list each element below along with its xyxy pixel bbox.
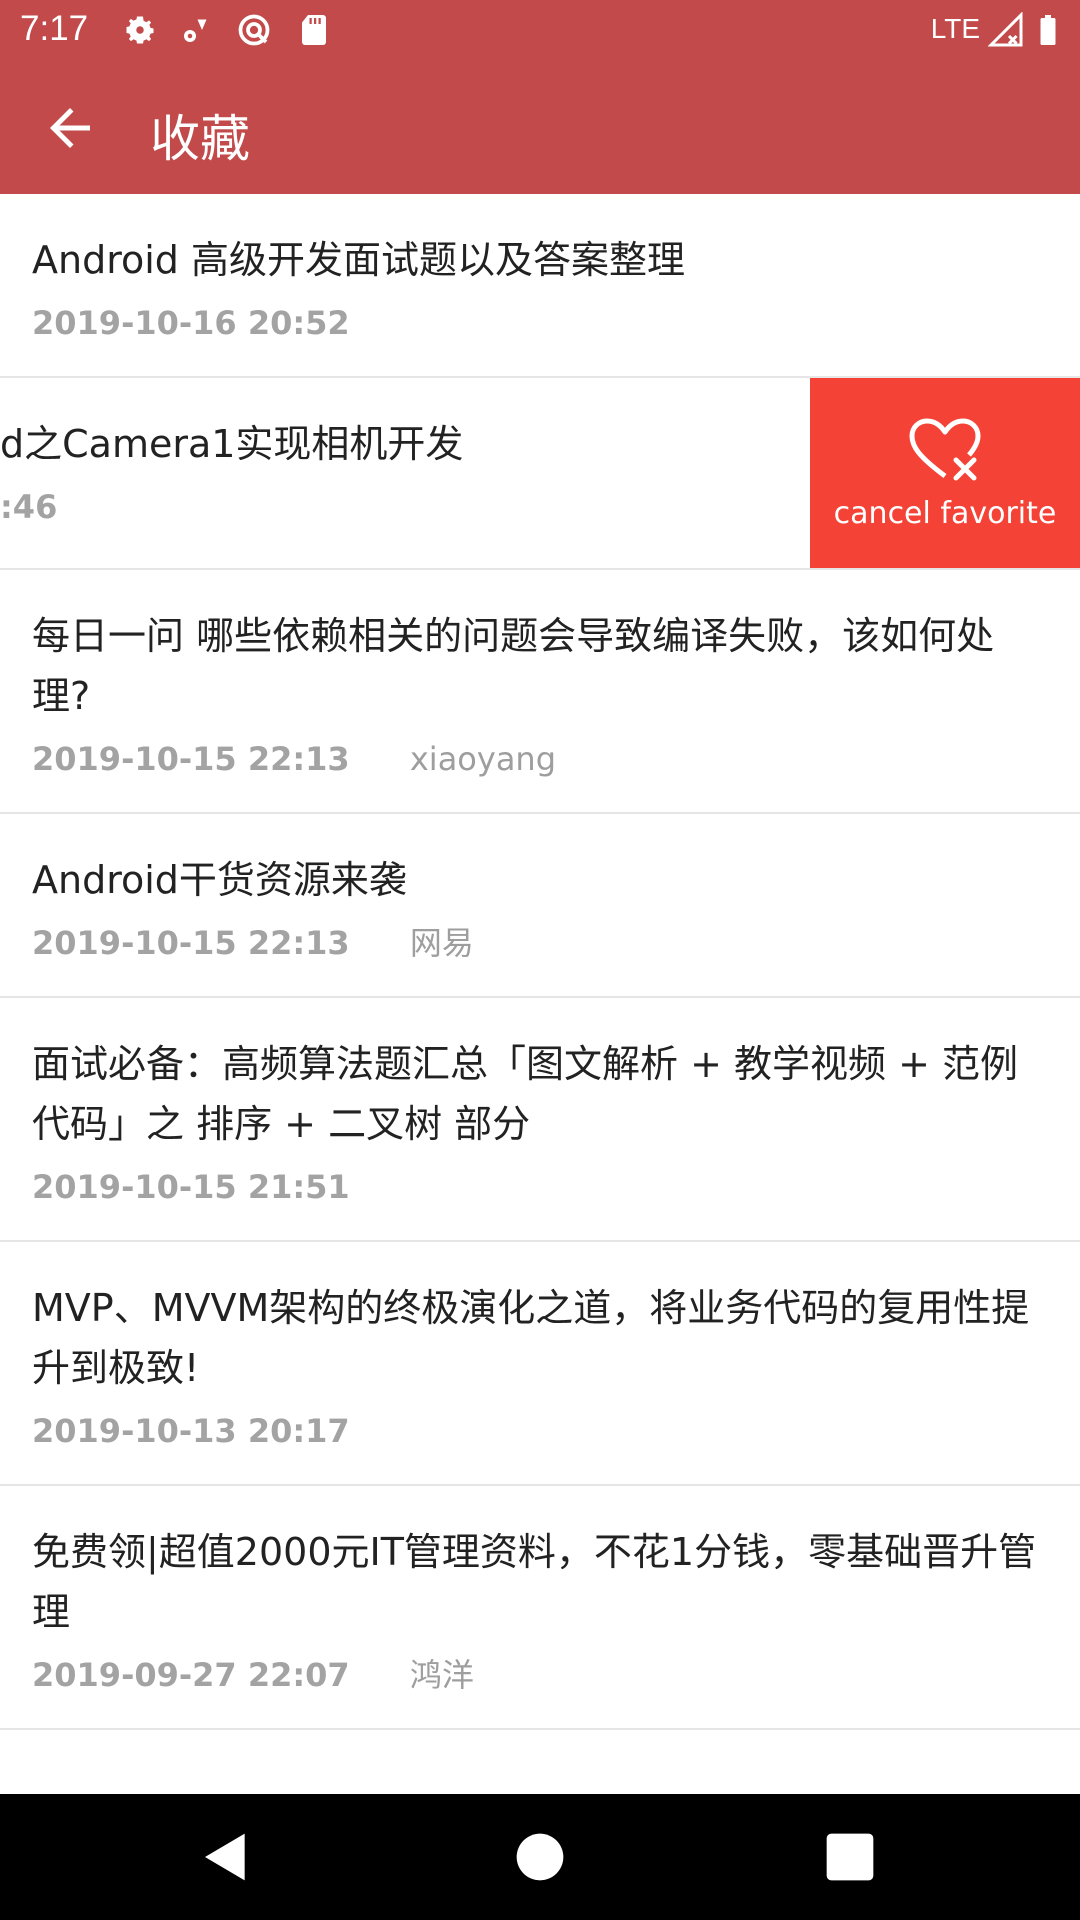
location-icon xyxy=(184,19,207,42)
signal-icon xyxy=(988,12,1023,47)
network-type: LTE xyxy=(930,13,980,44)
status-bar: 7:17 LTE xyxy=(0,0,1080,63)
item-title: Android干货资源来袭 xyxy=(32,858,407,902)
item-title: Android 高级开发面试题以及答案整理 xyxy=(32,238,685,282)
list-item-swiped[interactable]: d之Camera1实现相机开发 :46 cancel favorite xyxy=(0,378,1080,570)
list-item[interactable]: Android 高级开发面试题以及答案整理 2019-10-16 20:52 xyxy=(0,194,1080,378)
item-time: :46 xyxy=(0,488,58,526)
item-time: 2019-10-13 20:17 xyxy=(32,1412,350,1450)
vpn-icon xyxy=(238,14,270,46)
back-triangle-icon[interactable] xyxy=(198,1829,254,1885)
item-meta: :46 xyxy=(0,482,463,532)
recents-square-icon[interactable] xyxy=(822,1829,878,1885)
item-meta: 2019-10-15 21:51 xyxy=(32,1162,1048,1212)
cancel-favorite-label: cancel favorite xyxy=(833,496,1057,531)
heart-remove-icon xyxy=(909,418,981,481)
list-item[interactable]: 面试必备：高频算法题汇总「图文解析 + 教学视频 + 范例代码」之 排序 + 二… xyxy=(0,998,1080,1242)
app-bar: 收藏 xyxy=(0,63,1080,194)
item-meta: 2019-10-16 20:52 xyxy=(32,298,1048,348)
item-title: MVP、MVVM架构的终极演化之道，将业务代码的复用性提升到极致! xyxy=(32,1286,1030,1390)
item-author: 网易 xyxy=(409,924,474,962)
home-circle-icon[interactable] xyxy=(512,1829,568,1885)
sd-card-icon xyxy=(302,15,326,45)
item-meta: 2019-10-13 20:17 xyxy=(32,1406,1048,1456)
item-author: xiaoyang xyxy=(409,740,557,778)
list-item[interactable]: Android干货资源来袭 2019-10-15 22:13 网易 xyxy=(0,814,1080,998)
item-time: 2019-10-15 22:13 xyxy=(32,924,350,962)
battery-icon xyxy=(1040,15,1056,45)
item-meta: 2019-10-15 22:13 xiaoyang xyxy=(32,734,1048,784)
item-title: 免费领|超值2000元IT管理资料，不花1分钱，零基础晋升管理 xyxy=(32,1530,1037,1634)
list-item[interactable]: MVP、MVVM架构的终极演化之道，将业务代码的复用性提升到极致! 2019-1… xyxy=(0,1242,1080,1486)
item-meta: 2019-09-27 22:07 鸿洋 xyxy=(32,1650,1048,1700)
item-author: 鸿洋 xyxy=(409,1656,474,1694)
item-title: 面试必备：高频算法题汇总「图文解析 + 教学视频 + 范例代码」之 排序 + 二… xyxy=(32,1042,1018,1146)
item-time: 2019-09-27 22:07 xyxy=(32,1656,350,1694)
item-time: 2019-10-16 20:52 xyxy=(32,304,350,342)
navigation-bar xyxy=(0,1794,1080,1920)
cancel-favorite-button[interactable]: cancel favorite xyxy=(810,378,1080,568)
status-time: 7:17 xyxy=(20,9,89,48)
settings-icon xyxy=(126,16,154,44)
list-item[interactable]: 免费领|超值2000元IT管理资料，不花1分钱，零基础晋升管理 2019-09-… xyxy=(0,1486,1080,1730)
list-item[interactable]: 每日一问 哪些依赖相关的问题会导致编译失败，该如何处理? 2019-10-15 … xyxy=(0,570,1080,814)
item-title: 每日一问 哪些依赖相关的问题会导致编译失败，该如何处理? xyxy=(32,614,995,718)
item-time: 2019-10-15 21:51 xyxy=(32,1168,350,1206)
page-title: 收藏 xyxy=(150,110,250,168)
favorites-list: Android 高级开发面试题以及答案整理 2019-10-16 20:52 d… xyxy=(0,194,1080,1730)
item-time: 2019-10-15 22:13 xyxy=(32,740,350,778)
item-meta: 2019-10-15 22:13 网易 xyxy=(32,918,1048,968)
arrow-back-icon[interactable] xyxy=(40,98,100,158)
item-title: d之Camera1实现相机开发 xyxy=(0,422,464,466)
